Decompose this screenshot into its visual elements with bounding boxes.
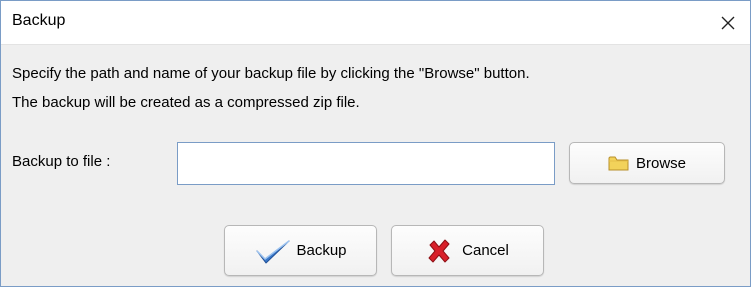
browse-button-label: Browse: [635, 154, 687, 172]
backup-button-label: Backup: [296, 242, 347, 259]
description-line-2: The backup will be created as a compress…: [12, 94, 360, 111]
title-bar: Backup: [1, 1, 750, 45]
x-icon: [426, 238, 452, 264]
close-icon: [721, 16, 735, 29]
cancel-button[interactable]: Cancel: [391, 225, 544, 276]
close-button[interactable]: [706, 1, 750, 44]
backup-file-input[interactable]: [177, 142, 555, 185]
folder-icon: [608, 154, 630, 172]
backup-button[interactable]: Backup: [224, 225, 377, 276]
description-line-1: Specify the path and name of your backup…: [12, 65, 530, 82]
window-title: Backup: [12, 12, 66, 29]
cancel-button-label: Cancel: [462, 242, 509, 259]
checkmark-icon: [254, 238, 292, 264]
backup-file-label: Backup to file :: [12, 153, 111, 170]
browse-button[interactable]: Browse: [569, 142, 725, 184]
backup-dialog: Backup Specify the path and name of your…: [0, 0, 751, 287]
